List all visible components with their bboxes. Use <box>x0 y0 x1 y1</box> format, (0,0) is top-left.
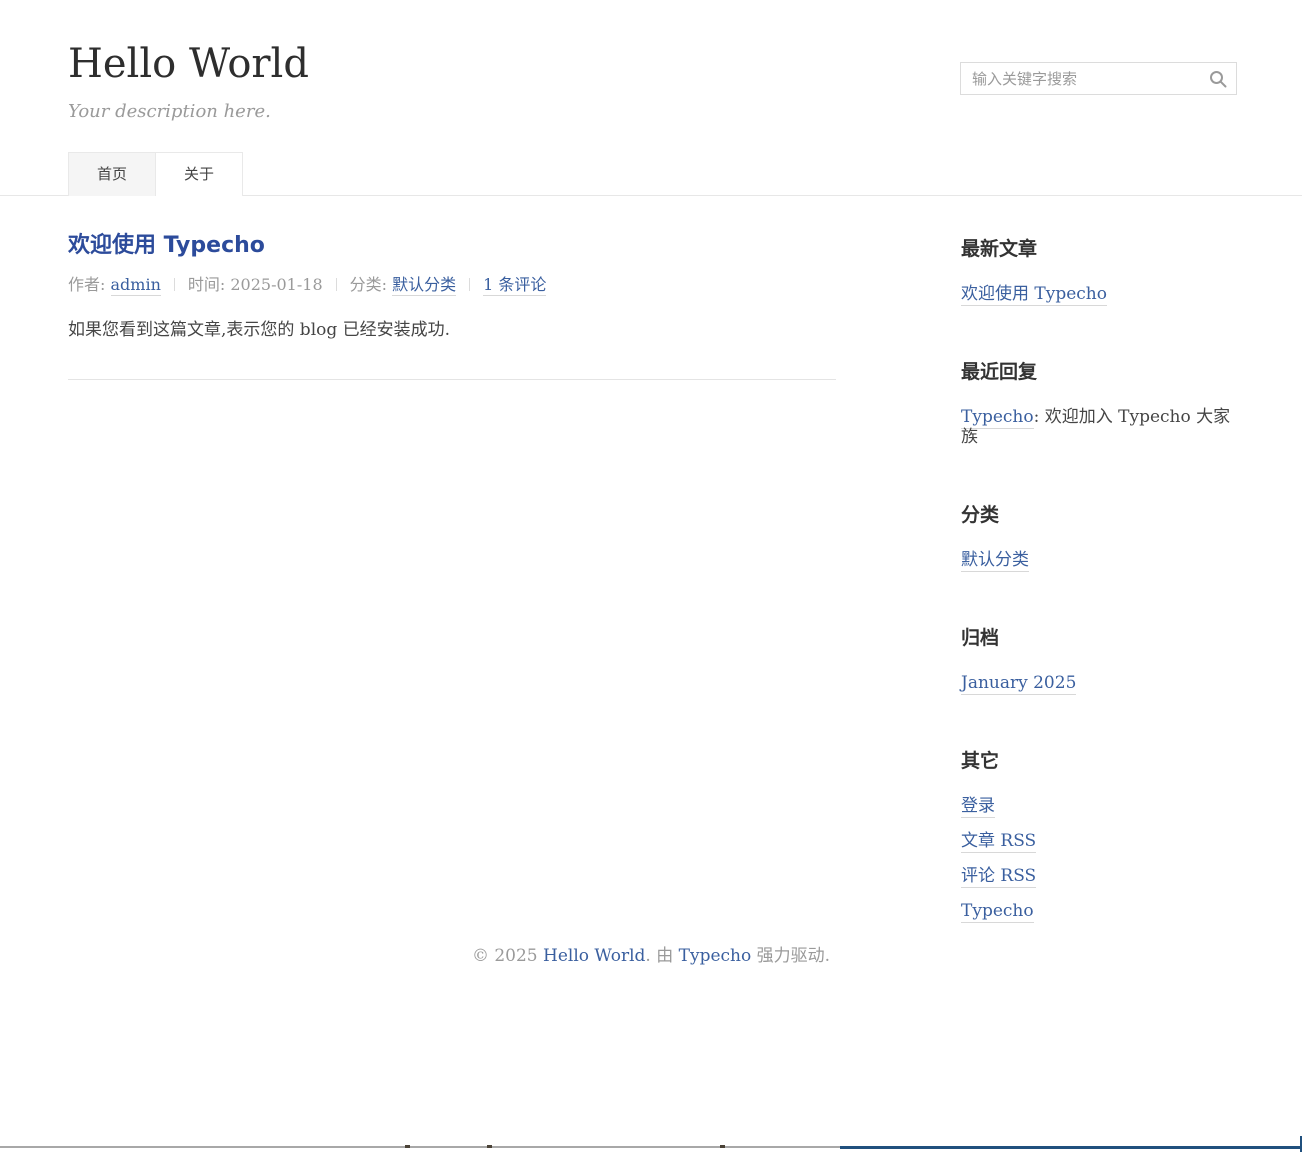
author-label: 作者: <box>68 275 105 294</box>
list-item: 欢迎使用 Typecho <box>961 284 1237 304</box>
archive-link[interactable]: January 2025 <box>961 673 1076 695</box>
post-rss-link[interactable]: 文章 RSS <box>961 831 1036 853</box>
main-nav: 首页 关于 <box>0 152 1302 196</box>
login-link[interactable]: 登录 <box>961 796 995 818</box>
meta-separator <box>336 278 337 291</box>
widget-title: 归档 <box>961 627 1237 649</box>
footer-site-link[interactable]: Hello World <box>543 946 645 966</box>
list-item: 默认分类 <box>961 550 1237 570</box>
list-item: 登录 <box>961 796 1237 816</box>
category-label: 分类: <box>350 275 387 294</box>
widget-archives: 归档 January 2025 <box>961 585 1237 693</box>
post-list: 欢迎使用 Typecho 作者: admin 时间: 2025-01-18 分类: … <box>68 196 836 380</box>
widget-categories: 分类 默认分类 <box>961 462 1237 570</box>
time-label: 时间: <box>188 275 225 294</box>
list-item: Typecho: 欢迎加入 Typecho 大家族 <box>961 407 1237 447</box>
window-edge-dot <box>487 1145 492 1148</box>
copyright-text: © 2025 <box>472 946 538 966</box>
window-edge-dot <box>405 1145 410 1148</box>
category-link[interactable]: 默认分类 <box>392 275 456 296</box>
window-edge-blue <box>840 1146 1302 1149</box>
meta-separator <box>174 278 175 291</box>
footer-suffix-text: 强力驱动. <box>757 946 830 966</box>
search-box <box>960 62 1237 95</box>
comments-link[interactable]: 1 条评论 <box>483 275 546 296</box>
site-description: Your description here. <box>68 101 271 122</box>
post-title-link[interactable]: 欢迎使用 Typecho <box>68 233 836 259</box>
window-edge-gray <box>0 1146 840 1148</box>
widget-recent-posts: 最新文章 欢迎使用 Typecho <box>961 196 1237 304</box>
post-body: 如果您看到这篇文章,表示您的 blog 已经安装成功. <box>68 319 836 341</box>
nav-tab-about[interactable]: 关于 <box>155 152 243 196</box>
recent-post-link[interactable]: 欢迎使用 Typecho <box>961 284 1107 306</box>
widget-title: 最近回复 <box>961 361 1237 383</box>
widget-title: 其它 <box>961 750 1237 772</box>
author-link[interactable]: admin <box>111 275 161 296</box>
nav-tab-home[interactable]: 首页 <box>68 152 156 196</box>
category-link[interactable]: 默认分类 <box>961 550 1029 572</box>
footer-typecho-link[interactable]: Typecho <box>679 946 752 966</box>
search-input[interactable] <box>961 63 1236 94</box>
typecho-link[interactable]: Typecho <box>961 901 1034 923</box>
list-item: January 2025 <box>961 673 1237 693</box>
list-item: Typecho <box>961 901 1237 921</box>
footer-mid-text: . 由 <box>645 946 673 966</box>
comment-rss-link[interactable]: 评论 RSS <box>961 866 1036 888</box>
widget-title: 最新文章 <box>961 238 1237 260</box>
widget-misc: 其它 登录 文章 RSS 评论 RSS Typecho <box>961 708 1237 921</box>
list-item: 文章 RSS <box>961 831 1237 851</box>
site-title-link[interactable]: Hello World <box>68 42 309 86</box>
post-meta: 作者: admin 时间: 2025-01-18 分类: 默认分类 1 条评论 <box>68 275 836 295</box>
meta-separator <box>469 278 470 291</box>
widget-title: 分类 <box>961 504 1237 526</box>
footer: © 2025 Hello World. 由 Typecho 强力驱动. <box>0 941 1302 966</box>
comment-author-link[interactable]: Typecho <box>961 407 1034 429</box>
list-item: 评论 RSS <box>961 866 1237 886</box>
widget-recent-comments: 最近回复 Typecho: 欢迎加入 Typecho 大家族 <box>961 319 1237 447</box>
sidebar: 最新文章 欢迎使用 Typecho 最近回复 Typecho: 欢迎加入 Typ… <box>961 196 1237 936</box>
post: 欢迎使用 Typecho 作者: admin 时间: 2025-01-18 分类: … <box>68 233 836 380</box>
window-edge-dot <box>720 1145 725 1148</box>
post-date: 2025-01-18 <box>230 275 322 294</box>
post-divider <box>68 379 836 380</box>
search-icon[interactable] <box>1208 69 1228 89</box>
